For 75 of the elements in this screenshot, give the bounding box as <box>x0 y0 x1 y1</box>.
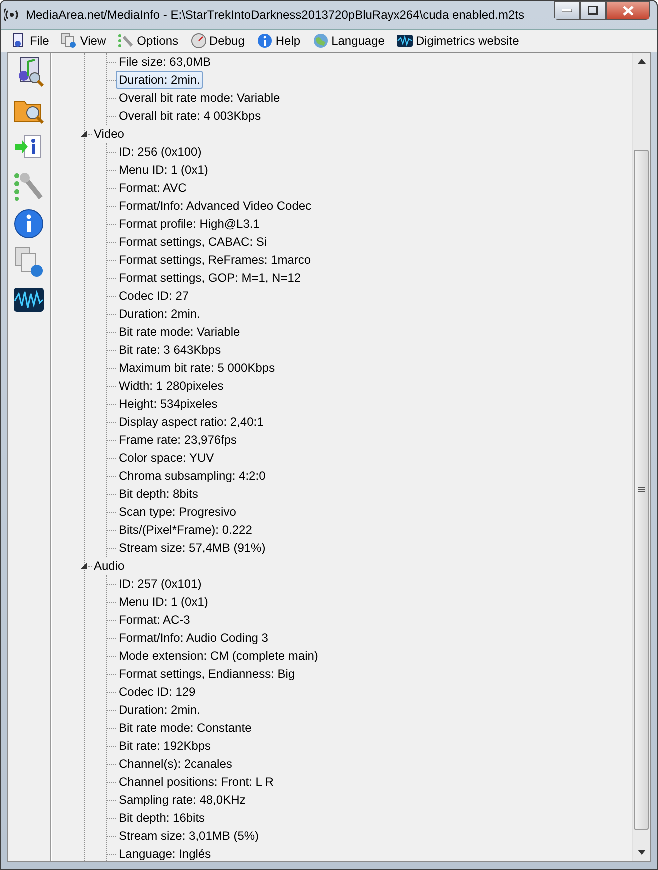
tree-item[interactable]: Bit rate: 192Kbps <box>116 737 214 755</box>
tree-item[interactable]: Format profile: High@L3.1 <box>116 215 263 233</box>
tree-item[interactable]: Bit rate mode: Constante <box>116 719 255 737</box>
minimize-icon <box>562 8 572 12</box>
tree-item[interactable]: Duration: 2min. <box>116 305 204 323</box>
tree-item[interactable]: Stream size: 57,4MB (91%) <box>116 539 269 557</box>
tree-item[interactable]: Bit depth: 16bits <box>116 809 208 827</box>
tree-section[interactable]: Audio <box>92 559 127 573</box>
info-icon <box>13 208 45 240</box>
tree-item[interactable]: Format/Info: Advanced Video Codec <box>116 197 315 215</box>
collapse-icon[interactable] <box>80 130 88 138</box>
tree-item[interactable]: Maximum bit rate: 5 000Kbps <box>116 359 278 377</box>
wrench-icon <box>13 170 45 202</box>
tree-item[interactable]: Scan type: Progresivo <box>116 503 240 521</box>
tree-item[interactable]: Channel positions: Front: L R <box>116 773 277 791</box>
tree-section[interactable]: Video <box>92 127 126 141</box>
gauge-icon <box>190 33 206 49</box>
app-icon <box>4 7 20 23</box>
menu-item[interactable]: File <box>9 33 52 49</box>
tree-item[interactable]: Width: 1 280pixeles <box>116 377 227 395</box>
info-icon <box>256 33 273 49</box>
documents-globe-icon <box>13 246 45 278</box>
tree-item[interactable]: Stream size: 3,01MB (5%) <box>116 827 262 845</box>
window-title: MediaArea.net/MediaInfo - E:\StarTrekIntoDarkness2013720pBluRayx264\cuda enabled.m2ts <box>26 8 526 22</box>
tree-item[interactable]: Codec ID: 129 <box>116 683 199 701</box>
wrench-icon <box>118 33 134 49</box>
tree-item[interactable]: Format settings, CABAC: Si <box>116 233 270 251</box>
collapse-icon[interactable] <box>80 562 88 570</box>
menu-item[interactable]: View <box>59 33 108 49</box>
tree-item[interactable]: Overall bit rate mode: Variable <box>116 89 284 107</box>
tree-item[interactable]: Duration: 2min. <box>116 71 204 89</box>
menu-item[interactable]: Digimetrics website <box>394 33 522 49</box>
tree-item[interactable]: Frame rate: 23,976fps <box>116 431 240 449</box>
tree-item[interactable]: Format: AVC <box>116 179 190 197</box>
tree-item[interactable]: Bit depth: 8bits <box>116 485 202 503</box>
menu-item[interactable]: Language <box>310 33 387 49</box>
tree-item[interactable]: ID: 257 (0x101) <box>116 575 205 593</box>
maximize-button[interactable] <box>580 1 606 20</box>
tree-item[interactable]: Mode extension: CM (complete main) <box>116 647 322 665</box>
close-icon <box>622 6 634 16</box>
tree-item[interactable]: Color space: YUV <box>116 449 218 467</box>
tree-item[interactable]: File size: 63,0MB <box>116 53 214 71</box>
scrollbar-thumb[interactable] <box>634 150 649 830</box>
tree-item[interactable]: Bits/(Pixel*Frame): 0.222 <box>116 521 256 539</box>
waveform-icon <box>396 33 413 49</box>
tree-item[interactable]: Duration: 2min. <box>116 701 204 719</box>
tree-item[interactable]: Format settings, GOP: M=1, N=12 <box>116 269 304 287</box>
maximize-icon <box>588 6 598 15</box>
tree-item[interactable]: Format/Info: Audio Coding 3 <box>116 629 272 647</box>
tree-item[interactable]: Format settings, ReFrames: 1marco <box>116 251 314 269</box>
menu-item[interactable]: Help <box>254 33 303 49</box>
menu-item[interactable]: Options <box>116 33 180 49</box>
close-button[interactable] <box>606 1 650 20</box>
tree-item[interactable]: Channel(s): 2canales <box>116 755 236 773</box>
tree-item[interactable]: Chroma subsampling: 4:2:0 <box>116 467 269 485</box>
tree-item[interactable]: Menu ID: 1 (0x1) <box>116 161 212 179</box>
tree-item[interactable]: Bit rate: 3 643Kbps <box>116 341 224 359</box>
tree-item[interactable]: Bit rate mode: Variable <box>116 323 244 341</box>
tree-item[interactable]: Overall bit rate: 4 003Kbps <box>116 107 264 125</box>
pages-icon <box>61 33 78 49</box>
tree-item[interactable]: Language: Inglés <box>116 845 214 861</box>
tree-item[interactable]: Height: 534pixeles <box>116 395 221 413</box>
minimize-button[interactable] <box>554 1 580 20</box>
grip-icon <box>638 487 645 493</box>
globe-icon <box>312 33 329 49</box>
tree-item[interactable]: Menu ID: 1 (0x1) <box>116 593 212 611</box>
up-arrow-icon <box>638 59 646 64</box>
down-arrow-icon <box>638 850 646 855</box>
tree-item[interactable]: Display aspect ratio: 2,40:1 <box>116 413 267 431</box>
tree-item[interactable]: Format settings, Endianness: Big <box>116 665 298 683</box>
menu-item[interactable]: Debug <box>188 33 247 49</box>
tree-item[interactable]: Codec ID: 27 <box>116 287 192 305</box>
tree-item[interactable]: Sampling rate: 48,0KHz <box>116 791 249 809</box>
tree-item[interactable]: ID: 256 (0x100) <box>116 143 205 161</box>
tree-item[interactable]: Format: AC-3 <box>116 611 194 629</box>
